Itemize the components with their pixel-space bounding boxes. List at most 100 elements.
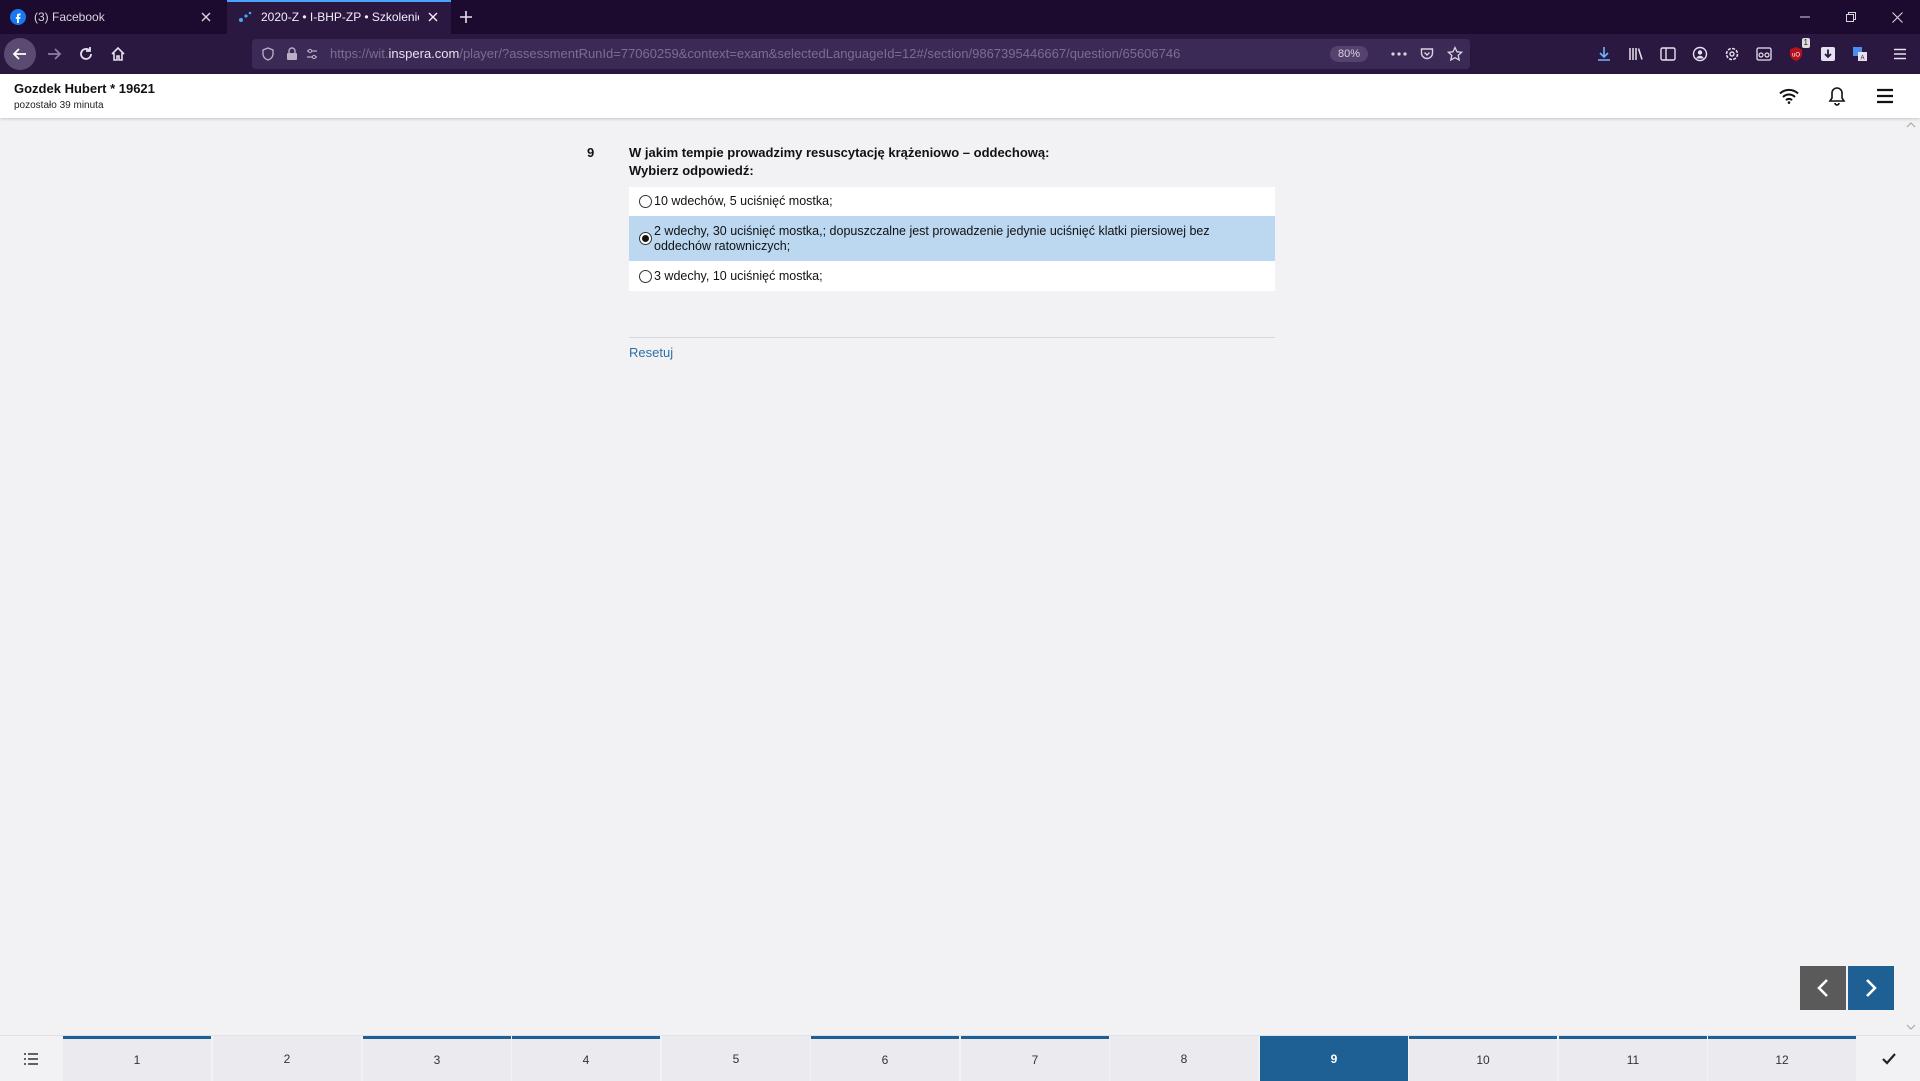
- pocket-icon[interactable]: [1417, 44, 1437, 64]
- forward-arrow-icon[interactable]: [38, 38, 70, 70]
- question-tab[interactable]: 12: [1708, 1036, 1856, 1081]
- facebook-icon: [10, 9, 26, 25]
- question-tab-current[interactable]: 9: [1260, 1036, 1408, 1081]
- question-tab[interactable]: 11: [1559, 1036, 1707, 1081]
- question-tab-label: 10: [1476, 1053, 1490, 1067]
- close-tab-icon[interactable]: [192, 3, 220, 31]
- home-icon[interactable]: [102, 38, 134, 70]
- question-tab[interactable]: 7: [961, 1036, 1109, 1081]
- url-prefix: https://wit.: [330, 46, 389, 61]
- reset-link[interactable]: Resetuj: [629, 345, 673, 360]
- lock-icon[interactable]: [282, 44, 302, 64]
- wifi-icon[interactable]: [1777, 84, 1801, 108]
- translate-icon[interactable]: A: [1848, 42, 1872, 66]
- radio-button[interactable]: [639, 269, 652, 283]
- radio-button[interactable]: [639, 195, 652, 208]
- browser-tab-facebook[interactable]: (3) Facebook: [0, 0, 224, 34]
- chevron-right-icon: [1866, 979, 1877, 997]
- bell-icon[interactable]: [1825, 84, 1849, 108]
- scroll-up-arrow-icon[interactable]: [1906, 122, 1916, 128]
- question-tab[interactable]: 3: [363, 1036, 511, 1081]
- restore-window-icon[interactable]: [1828, 0, 1874, 34]
- downloads-icon[interactable]: [1592, 42, 1616, 66]
- menu-icon[interactable]: [1873, 84, 1897, 108]
- question-tab-label: 2: [283, 1051, 291, 1066]
- svg-text:uO: uO: [1792, 53, 1800, 59]
- download-helper-icon[interactable]: [1816, 42, 1840, 66]
- time-remaining: pozostało 39 minuta: [14, 100, 104, 111]
- reader-glasses-icon[interactable]: [1752, 42, 1776, 66]
- candidate-name: Gozdek Hubert * 19621: [14, 81, 155, 96]
- answer-option[interactable]: 10 wdechów, 5 uciśnięć mostka;: [629, 187, 1275, 216]
- tab-title: (3) Facebook: [34, 10, 105, 24]
- tab-title: 2020-Z • I-BHP-ZP • Szkolenie z: [261, 10, 419, 24]
- browser-tab-bar: (3) Facebook 2020-Z • I-BHP-ZP • Szkolen…: [0, 0, 1920, 34]
- minimize-window-icon[interactable]: [1782, 0, 1828, 34]
- browser-tab-inspera[interactable]: 2020-Z • I-BHP-ZP • Szkolenie z: [227, 0, 451, 34]
- divider: [629, 337, 1275, 338]
- account-icon[interactable]: [1688, 42, 1712, 66]
- permissions-icon[interactable]: [302, 44, 322, 64]
- question-tab-label: 12: [1775, 1053, 1789, 1067]
- question-navigation-bar: 1 2 3 4 5 6 7 8 9 10 11 12: [0, 1035, 1920, 1081]
- svg-text:A: A: [1860, 56, 1864, 62]
- back-arrow-icon[interactable]: [4, 38, 36, 70]
- answer-option-label: 10 wdechów, 5 uciśnięć mostka;: [654, 194, 833, 208]
- scroll-down-arrow-icon[interactable]: [1906, 1024, 1916, 1030]
- answer-option-label: 3 wdechy, 10 uciśnięć mostka;: [654, 268, 823, 283]
- checkmark-icon: [1882, 1052, 1896, 1065]
- more-actions-icon[interactable]: [1389, 44, 1409, 64]
- question-tab-label: 5: [732, 1051, 740, 1066]
- extension-settings-icon[interactable]: [1720, 42, 1744, 66]
- question-tab[interactable]: 10: [1409, 1036, 1557, 1081]
- close-window-icon[interactable]: [1874, 0, 1920, 34]
- next-question-button[interactable]: [1848, 966, 1894, 1010]
- question-tab[interactable]: 2: [213, 1036, 361, 1081]
- question-tab[interactable]: 4: [512, 1036, 660, 1081]
- chevron-left-icon: [1817, 979, 1828, 997]
- radio-dot: [642, 235, 649, 242]
- new-tab-plus-icon[interactable]: [452, 3, 480, 31]
- library-icon[interactable]: [1624, 42, 1648, 66]
- overview-list-button[interactable]: [0, 1036, 62, 1081]
- reload-icon[interactable]: [70, 38, 102, 70]
- answer-option[interactable]: 3 wdechy, 10 uciśnięć mostka;: [629, 261, 1275, 291]
- browser-toolbar: https://wit.inspera.com/player/?assessme…: [0, 34, 1920, 74]
- question-tab-label: 4: [582, 1053, 590, 1067]
- inspera-icon: [237, 9, 253, 25]
- question-tabs: 1 2 3 4 5 6 7 8 9 10 11 12: [63, 1036, 1858, 1081]
- zoom-level-badge[interactable]: 80%: [1330, 46, 1369, 62]
- url-path: /player/?assessmentRunId=77060259&contex…: [459, 46, 1181, 61]
- sidebar-icon[interactable]: [1656, 42, 1680, 66]
- question-prompt: Wybierz odpowiedź:: [629, 163, 754, 178]
- previous-question-button[interactable]: [1800, 966, 1846, 1010]
- question-tab-label: 6: [881, 1053, 889, 1067]
- finish-checkmark-button[interactable]: [1858, 1036, 1920, 1081]
- question-tab-label: 1: [133, 1053, 141, 1067]
- shield-icon[interactable]: [258, 44, 278, 64]
- question-tab[interactable]: 5: [662, 1036, 810, 1081]
- url-host: inspera.com: [388, 46, 460, 61]
- list-icon: [24, 1052, 38, 1065]
- url-text[interactable]: https://wit.inspera.com/player/?assessme…: [330, 39, 1310, 69]
- answer-option-selected[interactable]: 2 wdechy, 30 uciśnięć mostka,; dopuszcza…: [629, 216, 1275, 261]
- question-number: 9: [587, 145, 595, 160]
- hamburger-menu-icon[interactable]: [1888, 42, 1912, 66]
- exam-header: Gozdek Hubert * 19621 pozostało 39 minut…: [0, 74, 1920, 118]
- question-tab-label: 8: [1180, 1051, 1188, 1066]
- radio-button-checked[interactable]: [639, 232, 652, 245]
- answer-option-label: 2 wdechy, 30 uciśnięć mostka,; dopuszcza…: [654, 223, 1210, 253]
- answer-options: 10 wdechów, 5 uciśnięć mostka; 2 wdechy,…: [629, 187, 1275, 291]
- question-tab-label: 7: [1031, 1053, 1039, 1067]
- question-tab[interactable]: 6: [811, 1036, 959, 1081]
- address-bar[interactable]: https://wit.inspera.com/player/?assessme…: [252, 39, 1470, 69]
- ublock-icon[interactable]: uO 1: [1784, 38, 1810, 66]
- close-tab-icon[interactable]: [419, 3, 447, 31]
- question-tab[interactable]: 1: [63, 1036, 211, 1081]
- question-tab-label: 11: [1626, 1053, 1640, 1067]
- extension-count-badge: 1: [1801, 38, 1810, 48]
- question-tab-label: 3: [433, 1053, 441, 1067]
- question-text: W jakim tempie prowadzimy resuscytację k…: [629, 145, 1050, 160]
- bookmark-star-icon[interactable]: [1445, 44, 1465, 64]
- question-tab[interactable]: 8: [1110, 1036, 1258, 1081]
